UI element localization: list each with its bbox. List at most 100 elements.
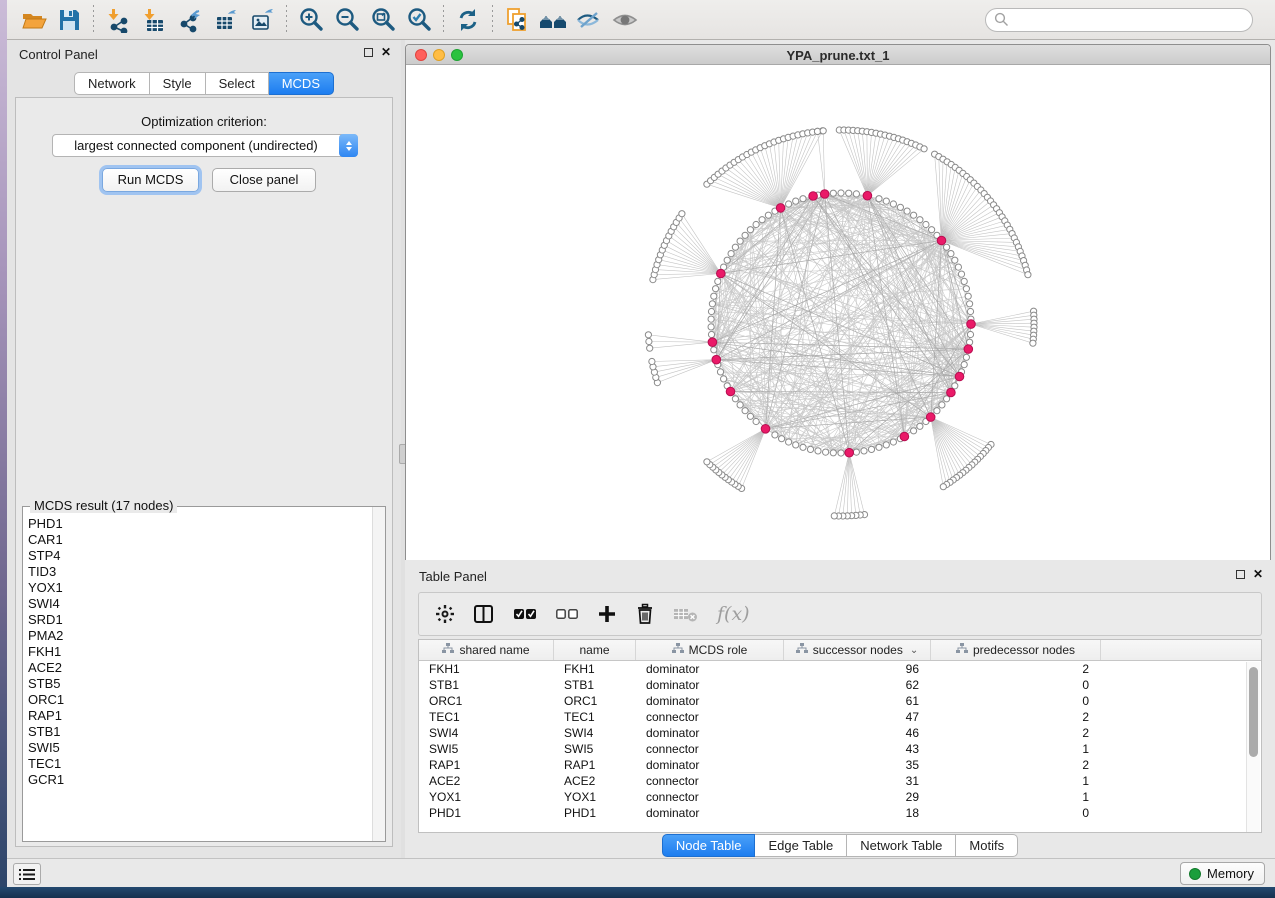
network-node[interactable]	[890, 201, 896, 207]
mcds-result-list[interactable]: PHD1CAR1STP4TID3YOX1SWI4SRD1PMA2FKH1ACE2…	[28, 516, 358, 788]
mcds-hub-node[interactable]	[863, 191, 872, 200]
search-box[interactable]	[985, 8, 1253, 32]
tab-network-table[interactable]: Network Table	[847, 834, 956, 857]
network-node[interactable]	[742, 408, 748, 414]
network-node[interactable]	[967, 339, 973, 345]
mcds-hub-node[interactable]	[955, 372, 964, 381]
export-table-icon[interactable]	[208, 4, 244, 36]
leaf-node[interactable]	[831, 513, 837, 519]
network-node[interactable]	[904, 208, 910, 214]
network-node[interactable]	[717, 369, 723, 375]
table-row[interactable]: ORC1ORC1dominator610	[419, 693, 1247, 709]
tab-edge-table[interactable]: Edge Table	[755, 834, 847, 857]
network-node[interactable]	[883, 198, 889, 204]
leaf-node[interactable]	[649, 358, 655, 364]
network-node[interactable]	[876, 444, 882, 450]
table-row[interactable]: STB1STB1dominator620	[419, 677, 1247, 693]
new-column-icon[interactable]	[597, 604, 617, 624]
close-panel-icon[interactable]: ✕	[381, 47, 391, 57]
network-node[interactable]	[917, 423, 923, 429]
tab-motifs[interactable]: Motifs	[956, 834, 1018, 857]
mcds-result-item[interactable]: STB1	[28, 724, 358, 740]
table-settings-icon[interactable]	[435, 604, 455, 624]
mcds-hub-node[interactable]	[820, 190, 829, 199]
network-node[interactable]	[948, 251, 954, 257]
table-row[interactable]: FKH1FKH1dominator962	[419, 661, 1247, 677]
show-columns-icon[interactable]	[473, 604, 495, 624]
table-row[interactable]: SWI5SWI5connector431	[419, 741, 1247, 757]
search-input[interactable]	[1009, 12, 1229, 27]
network-node[interactable]	[846, 190, 852, 196]
table-row[interactable]: SWI4SWI4dominator462	[419, 725, 1247, 741]
refresh-layout-icon[interactable]	[450, 4, 486, 36]
leaf-node[interactable]	[921, 146, 927, 152]
column-header-predecessor-nodes[interactable]: predecessor nodes	[931, 640, 1101, 660]
mcds-result-item[interactable]: YOX1	[28, 580, 358, 596]
column-header-shared-name[interactable]: shared name	[419, 640, 554, 660]
mcds-hub-node[interactable]	[947, 388, 956, 397]
tab-select[interactable]: Select	[206, 72, 269, 95]
first-neighbors-icon[interactable]	[535, 4, 571, 36]
mcds-hub-node[interactable]	[937, 236, 946, 245]
column-header-successor-nodes[interactable]: successor nodes⌄	[784, 640, 931, 660]
table-row[interactable]: RAP1RAP1dominator352	[419, 757, 1247, 773]
save-session-icon[interactable]	[51, 4, 87, 36]
mcds-result-item[interactable]: FKH1	[28, 644, 358, 660]
deselect-all-rows-icon[interactable]	[555, 606, 579, 622]
leaf-node[interactable]	[820, 128, 826, 134]
leaf-node[interactable]	[704, 459, 710, 465]
network-node[interactable]	[963, 354, 969, 360]
mcds-hub-node[interactable]	[926, 413, 935, 422]
table-row[interactable]: PHD1PHD1dominator180	[419, 805, 1247, 821]
leaf-node[interactable]	[1025, 272, 1031, 278]
network-node[interactable]	[708, 331, 714, 337]
network-node[interactable]	[713, 286, 719, 292]
network-node[interactable]	[823, 449, 829, 455]
tab-style[interactable]: Style	[150, 72, 206, 95]
zoom-out-icon[interactable]	[329, 4, 365, 36]
export-image-icon[interactable]	[244, 4, 280, 36]
mcds-hub-node[interactable]	[900, 432, 909, 441]
mcds-result-item[interactable]: TID3	[28, 564, 358, 580]
network-node[interactable]	[861, 448, 867, 454]
mcds-result-item[interactable]: GCR1	[28, 772, 358, 788]
mcds-result-item[interactable]: STB5	[28, 676, 358, 692]
network-node[interactable]	[897, 204, 903, 210]
delete-columns-icon[interactable]	[635, 603, 655, 625]
network-node[interactable]	[721, 376, 727, 382]
mcds-hub-node[interactable]	[845, 448, 854, 457]
network-node[interactable]	[753, 418, 759, 424]
network-node[interactable]	[709, 301, 715, 307]
column-header-name[interactable]: name	[554, 640, 636, 660]
network-node[interactable]	[747, 413, 753, 419]
network-node[interactable]	[965, 293, 971, 299]
leaf-node[interactable]	[1030, 340, 1036, 346]
network-node[interactable]	[786, 201, 792, 207]
mcds-result-item[interactable]: RAP1	[28, 708, 358, 724]
network-node[interactable]	[890, 439, 896, 445]
column-menu-chevron-icon[interactable]: ⌄	[910, 645, 918, 656]
import-table-icon[interactable]	[136, 4, 172, 36]
network-node[interactable]	[939, 402, 945, 408]
open-file-icon[interactable]	[15, 4, 51, 36]
leaf-node[interactable]	[646, 338, 652, 344]
table-scrollbar[interactable]	[1246, 662, 1260, 832]
mcds-result-item[interactable]: SRD1	[28, 612, 358, 628]
network-node[interactable]	[958, 271, 964, 277]
network-node[interactable]	[793, 442, 799, 448]
close-table-panel-icon[interactable]: ✕	[1253, 569, 1263, 579]
network-node[interactable]	[967, 308, 973, 314]
tab-network[interactable]: Network	[74, 72, 150, 95]
select-all-rows-icon[interactable]	[513, 606, 537, 622]
mcds-hub-node[interactable]	[708, 338, 717, 347]
mcds-list-scrollbar[interactable]	[372, 507, 385, 841]
network-node[interactable]	[737, 402, 743, 408]
network-node[interactable]	[800, 444, 806, 450]
network-node[interactable]	[747, 227, 753, 233]
network-graph[interactable]	[406, 65, 1270, 560]
table-row[interactable]: ACE2ACE2connector311	[419, 773, 1247, 789]
network-node[interactable]	[786, 439, 792, 445]
tab-mcds[interactable]: MCDS	[269, 72, 334, 95]
mcds-result-item[interactable]: PMA2	[28, 628, 358, 644]
tab-node-table[interactable]: Node Table	[662, 834, 756, 857]
